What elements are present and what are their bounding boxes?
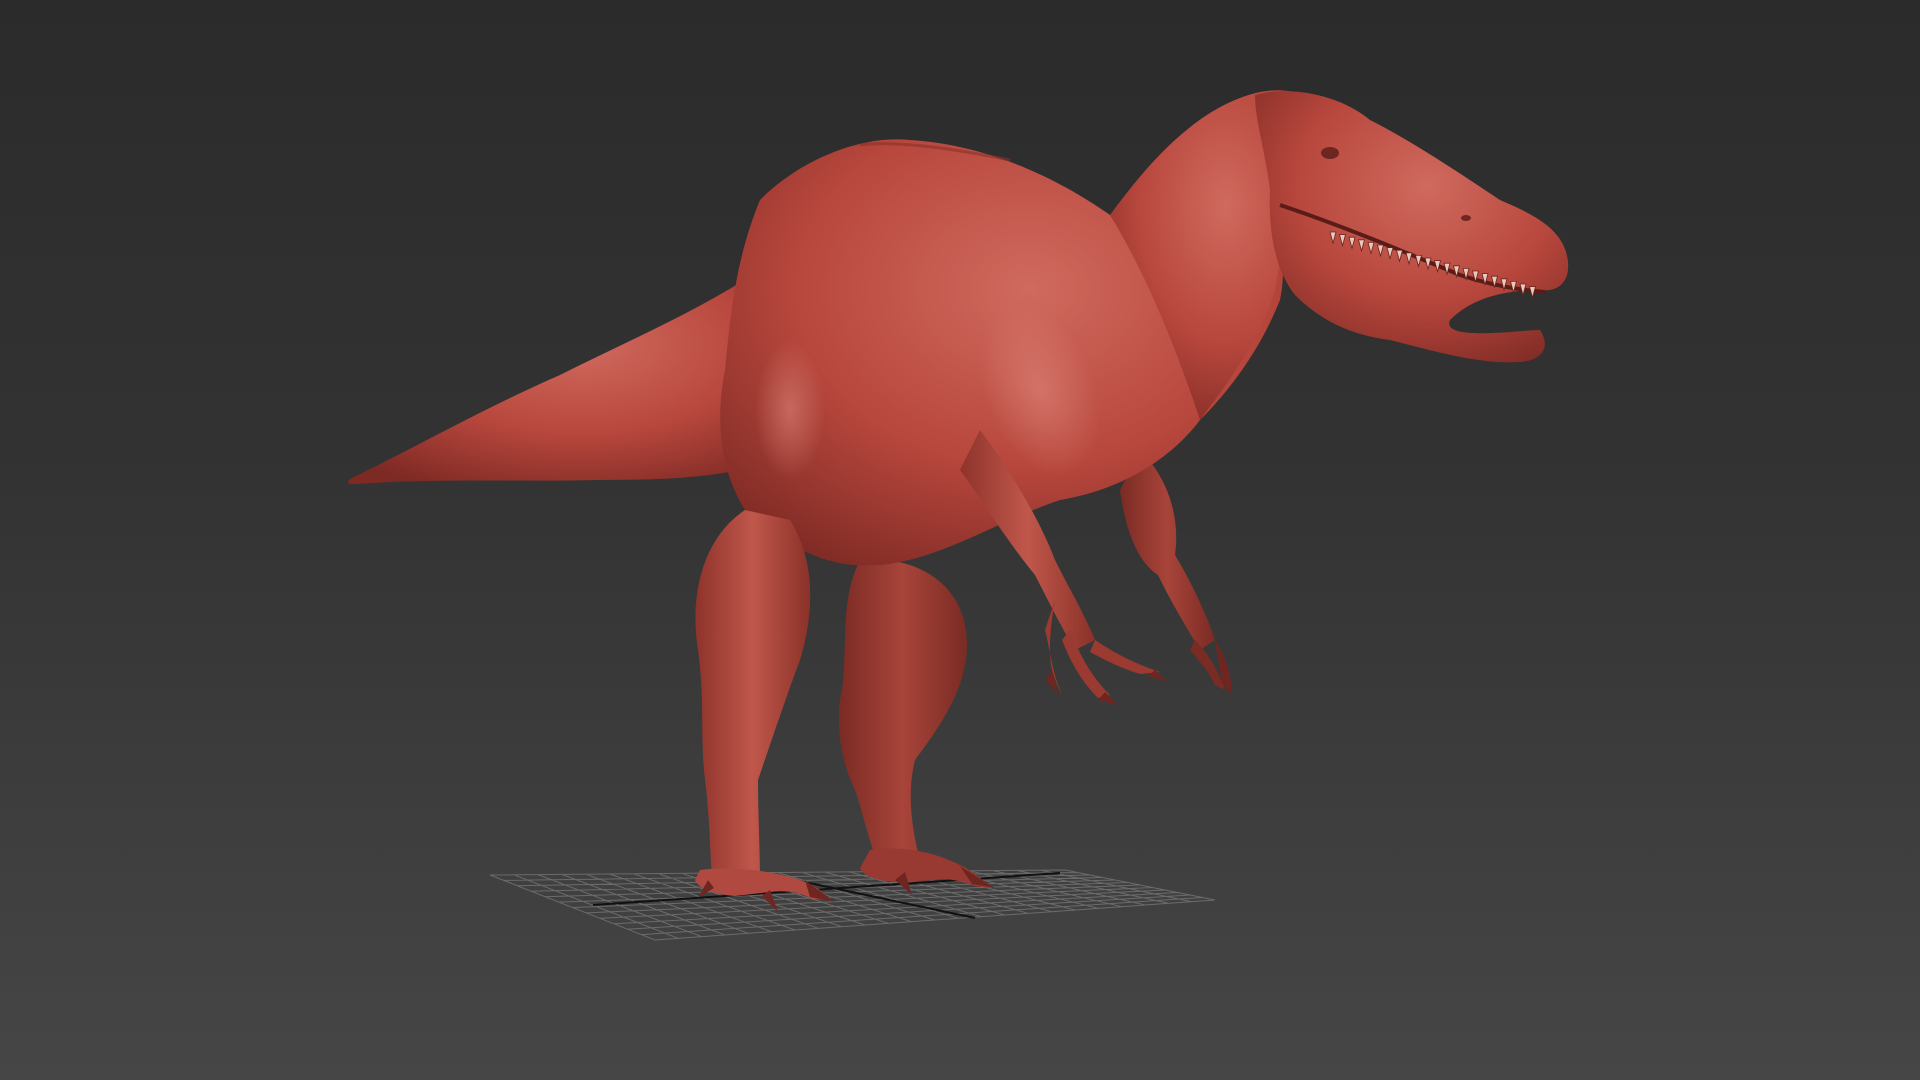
head xyxy=(1255,91,1569,363)
tail xyxy=(348,270,771,485)
ground-grid xyxy=(489,869,1216,941)
near-hind-leg xyxy=(695,510,835,912)
far-arm xyxy=(1120,450,1232,695)
3d-viewport[interactable] xyxy=(0,0,1920,1080)
viewport-scene[interactable] xyxy=(0,0,1920,1080)
far-hind-leg xyxy=(838,559,995,895)
nostril xyxy=(1461,215,1471,221)
belly-highlight xyxy=(755,340,825,480)
eye xyxy=(1321,147,1339,159)
